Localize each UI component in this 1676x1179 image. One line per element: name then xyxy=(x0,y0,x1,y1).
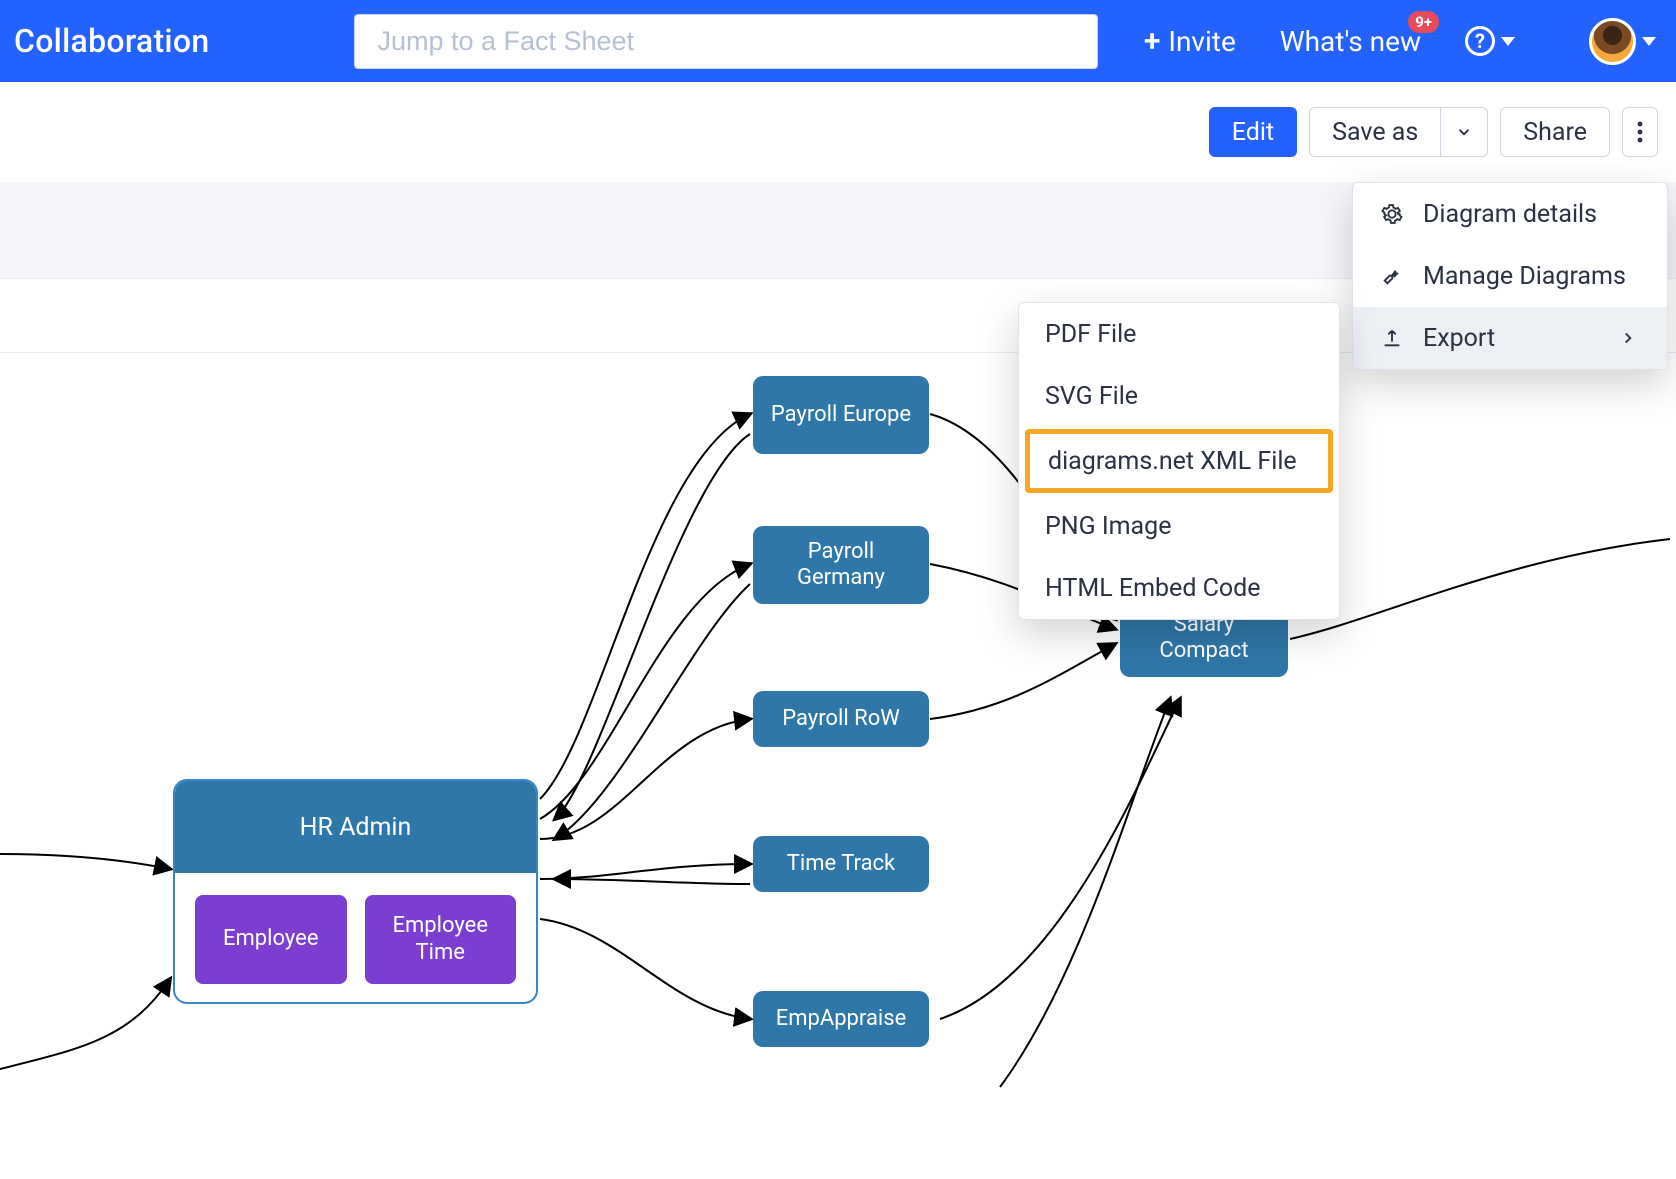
node-time-track[interactable]: Time Track xyxy=(753,836,929,892)
menu-item-label: HTML Embed Code xyxy=(1045,574,1261,603)
menu-item-export[interactable]: Export xyxy=(1353,307,1667,369)
user-menu[interactable] xyxy=(1589,18,1656,65)
more-vertical-icon xyxy=(1637,120,1643,144)
app-title: Collaboration xyxy=(14,22,209,60)
chip-employee-time[interactable]: Employee Time xyxy=(365,895,517,984)
app-header: Collaboration + Invite What's new 9+ ? xyxy=(0,0,1676,82)
plus-icon: + xyxy=(1144,24,1161,59)
export-svg[interactable]: SVG File xyxy=(1019,365,1339,427)
invite-button[interactable]: + Invite xyxy=(1144,24,1236,59)
node-emp-appraise[interactable]: EmpAppraise xyxy=(753,991,929,1047)
notification-badge: 9+ xyxy=(1408,11,1439,33)
upload-icon xyxy=(1379,325,1405,351)
export-pdf[interactable]: PDF File xyxy=(1019,303,1339,365)
menu-item-diagram-details[interactable]: Diagram details xyxy=(1353,183,1667,245)
node-hr-admin-title: HR Admin xyxy=(175,781,536,873)
share-button[interactable]: Share xyxy=(1500,107,1610,157)
help-button[interactable]: ? xyxy=(1465,26,1515,56)
wrench-icon xyxy=(1379,263,1405,289)
node-hr-admin[interactable]: HR Admin Employee Employee Time xyxy=(173,779,538,1004)
whats-new-label: What's new xyxy=(1280,25,1421,58)
invite-label: Invite xyxy=(1168,25,1235,58)
menu-item-label: PNG Image xyxy=(1045,512,1171,541)
header-right: + Invite What's new 9+ ? xyxy=(1144,18,1656,65)
more-menu: Diagram details Manage Diagrams Export xyxy=(1352,182,1668,370)
chip-employee[interactable]: Employee xyxy=(195,895,347,984)
avatar xyxy=(1589,18,1636,65)
menu-item-label: diagrams.net XML File xyxy=(1048,447,1297,476)
node-payroll-europe[interactable]: Payroll Europe xyxy=(753,376,929,454)
export-html[interactable]: HTML Embed Code xyxy=(1019,557,1339,619)
menu-item-manage-diagrams[interactable]: Manage Diagrams xyxy=(1353,245,1667,307)
whats-new-button[interactable]: What's new 9+ xyxy=(1280,25,1421,58)
search-box[interactable] xyxy=(354,14,1098,69)
export-menu: PDF File SVG File diagrams.net XML File … xyxy=(1018,302,1340,620)
node-payroll-row[interactable]: Payroll RoW xyxy=(753,691,929,747)
menu-item-label: Export xyxy=(1423,324,1495,353)
chevron-down-icon xyxy=(1455,123,1473,141)
menu-item-label: Manage Diagrams xyxy=(1423,262,1626,291)
action-bar: Edit Save as Share xyxy=(0,82,1676,182)
save-as-button[interactable]: Save as xyxy=(1309,107,1441,157)
chevron-right-icon xyxy=(1615,325,1641,351)
node-payroll-germany[interactable]: Payroll Germany xyxy=(753,526,929,604)
export-png[interactable]: PNG Image xyxy=(1019,495,1339,557)
export-xml[interactable]: diagrams.net XML File xyxy=(1025,429,1333,493)
more-button[interactable] xyxy=(1622,107,1658,157)
save-as-dropdown[interactable] xyxy=(1441,107,1488,157)
menu-item-label: SVG File xyxy=(1045,382,1138,411)
chevron-down-icon xyxy=(1642,37,1656,46)
diagram-canvas[interactable]: HR Admin Employee Employee Time Payroll … xyxy=(0,279,1676,1087)
help-icon: ? xyxy=(1465,26,1495,56)
edit-button[interactable]: Edit xyxy=(1209,107,1297,157)
node-hr-admin-body: Employee Employee Time xyxy=(175,873,536,1004)
search-input[interactable] xyxy=(377,26,1075,57)
menu-item-label: PDF File xyxy=(1045,320,1136,349)
menu-item-label: Diagram details xyxy=(1423,200,1597,229)
chevron-down-icon xyxy=(1501,37,1515,46)
gear-icon xyxy=(1379,201,1405,227)
